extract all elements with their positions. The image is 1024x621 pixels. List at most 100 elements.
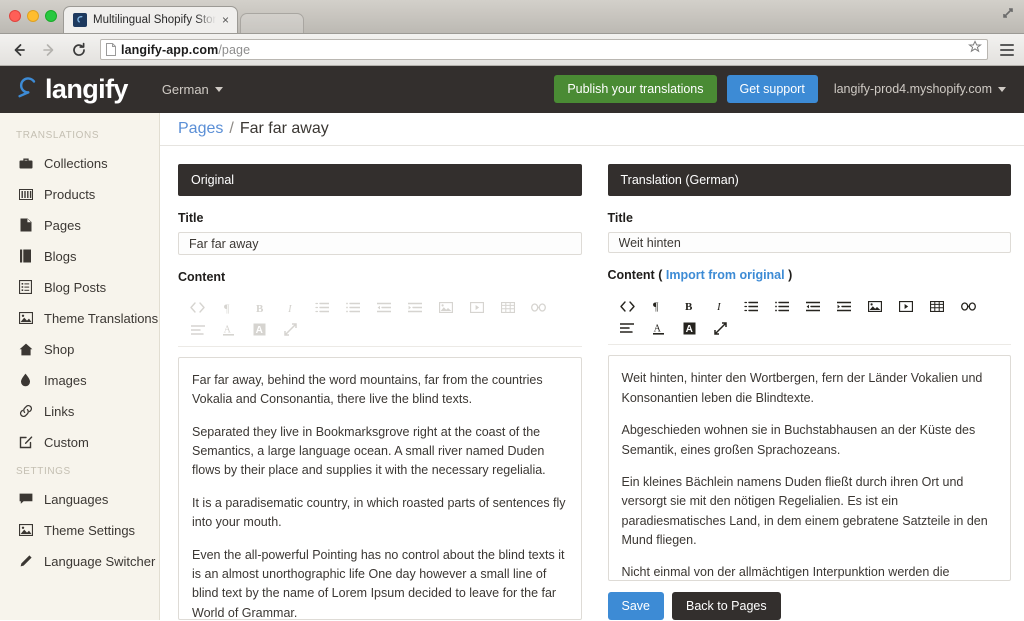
sidebar-item-collections[interactable]: Collections — [0, 148, 159, 179]
align-left-icon[interactable] — [612, 317, 643, 339]
translation-editor: ¶ B I A A Weit hinten, hinter den Wortbe… — [607, 289, 1011, 581]
sidebar-item-languages[interactable]: Languages — [0, 484, 159, 515]
home-icon — [18, 342, 33, 357]
ordered-list-icon[interactable] — [736, 295, 767, 317]
italic-icon[interactable]: I — [705, 295, 736, 317]
sidebar-section-settings-title: SETTINGS — [16, 465, 71, 477]
insert-link-icon[interactable] — [523, 297, 554, 319]
sidebar-item-language-switcher[interactable]: Language Switcher — [0, 546, 159, 577]
sidebar-item-label: Custom — [44, 434, 89, 450]
zoom-window-button[interactable] — [45, 10, 57, 22]
original-paragraph: It is a paradisematic country, in which … — [192, 495, 566, 530]
breadcrumb: Pages / Far far away — [160, 113, 1024, 147]
insert-image-icon[interactable] — [430, 297, 461, 319]
maximize-icon[interactable] — [1000, 5, 1016, 21]
background-color-icon[interactable]: A — [244, 319, 275, 341]
bold-icon[interactable]: B — [674, 295, 705, 317]
sidebar-item-shop[interactable]: Shop — [0, 334, 159, 365]
translation-panel-header: Translation (German) — [607, 164, 1011, 197]
language-selector-label: German — [161, 81, 209, 97]
shop-domain-menu[interactable]: langify-prod4.myshopify.com — [834, 82, 1006, 96]
paragraph-icon[interactable]: ¶ — [643, 295, 674, 317]
text-color-icon[interactable]: A — [643, 317, 674, 339]
page-icon — [18, 218, 33, 233]
svg-text:A: A — [653, 324, 661, 335]
sidebar-item-custom[interactable]: Custom — [0, 427, 159, 458]
original-content-area[interactable]: Far far away, behind the word mountains,… — [178, 356, 582, 620]
droplet-icon — [18, 373, 33, 388]
unordered-list-icon[interactable] — [337, 297, 368, 319]
briefcase-icon — [18, 156, 33, 171]
insert-video-icon[interactable] — [461, 297, 492, 319]
address-bar-url: langify-app.com/page — [121, 43, 963, 57]
browser-tab-title: Multilingual Shopify Stores — [93, 14, 216, 26]
main-content: Pages / Far far away Original Title Cont… — [160, 112, 1024, 620]
svg-text:B: B — [685, 301, 693, 312]
original-column: Original Title Content ¶ B I — [178, 164, 582, 620]
indent-icon[interactable] — [829, 295, 860, 317]
sidebar-item-products[interactable]: Products — [0, 179, 159, 210]
bold-icon[interactable]: B — [244, 297, 275, 319]
sidebar-item-blog-posts[interactable]: Blog Posts — [0, 272, 159, 303]
content-label-text: Content — [607, 268, 655, 283]
browser-tabstrip: Multilingual Shopify Stores × — [0, 0, 1024, 34]
browser-tab[interactable]: Multilingual Shopify Stores × — [63, 6, 238, 33]
save-button[interactable]: Save — [607, 592, 664, 620]
fullscreen-icon[interactable] — [705, 317, 736, 339]
insert-table-icon[interactable] — [492, 297, 523, 319]
svg-text:A: A — [685, 324, 692, 335]
star-icon[interactable] — [968, 40, 982, 59]
outdent-icon[interactable] — [368, 297, 399, 319]
paragraph-icon[interactable]: ¶ — [213, 297, 244, 319]
address-bar[interactable]: langify-app.com/page — [100, 39, 988, 60]
translation-paragraph: Weit hinten, hinter den Wortbergen, fern… — [621, 371, 983, 405]
forward-arrow-icon[interactable] — [38, 39, 60, 61]
unordered-list-icon[interactable] — [767, 295, 798, 317]
insert-table-icon[interactable] — [922, 295, 953, 317]
sidebar-item-label: Images — [44, 372, 87, 388]
indent-icon[interactable] — [399, 297, 430, 319]
align-left-icon[interactable] — [182, 319, 213, 341]
translation-title-label: Title — [607, 211, 633, 226]
translation-content-area[interactable]: Weit hinten, hinter den Wortbergen, fern… — [607, 355, 1011, 581]
new-tab-area[interactable] — [240, 13, 304, 33]
insert-video-icon[interactable] — [891, 295, 922, 317]
minimize-window-button[interactable] — [27, 10, 39, 22]
image-icon — [18, 311, 33, 326]
back-to-pages-button[interactable]: Back to Pages — [672, 592, 781, 620]
source-code-icon[interactable] — [612, 295, 643, 317]
sidebar-item-theme-translations[interactable]: Theme Translations — [0, 303, 159, 334]
original-paragraph: Even the all-powerful Pointing has no co… — [192, 547, 565, 620]
sidebar-item-images[interactable]: Images — [0, 365, 159, 396]
sidebar-item-theme-settings[interactable]: Theme Settings — [0, 515, 159, 546]
svg-text:A: A — [224, 325, 232, 336]
close-window-button[interactable] — [9, 10, 21, 22]
insert-link-icon[interactable] — [953, 295, 984, 317]
langify-logo[interactable]: langify — [14, 74, 128, 105]
sidebar-item-label: Blog Posts — [44, 279, 107, 295]
translation-title-input[interactable] — [607, 232, 1011, 254]
ordered-list-icon[interactable] — [306, 297, 337, 319]
reload-icon[interactable] — [68, 39, 90, 61]
publish-translations-button[interactable]: Publish your translations — [554, 75, 717, 104]
source-code-icon[interactable] — [182, 297, 213, 319]
text-color-icon[interactable]: A — [213, 319, 244, 341]
insert-image-icon[interactable] — [860, 295, 891, 317]
tab-close-icon[interactable]: × — [222, 14, 229, 26]
sidebar-item-links[interactable]: Links — [0, 396, 159, 427]
sidebar-item-pages[interactable]: Pages — [0, 210, 159, 241]
sidebar-item-blogs[interactable]: Blogs — [0, 241, 159, 272]
hamburger-menu-icon[interactable] — [998, 43, 1016, 56]
pencil-icon — [18, 554, 33, 569]
outdent-icon[interactable] — [798, 295, 829, 317]
get-support-button[interactable]: Get support — [726, 75, 818, 104]
background-color-icon[interactable]: A — [674, 317, 705, 339]
italic-icon[interactable]: I — [275, 297, 306, 319]
language-selector[interactable]: German — [162, 82, 223, 97]
back-arrow-icon[interactable] — [8, 39, 30, 61]
original-paragraph: Separated they live in Bookmarksgrove ri… — [192, 424, 546, 478]
breadcrumb-pages-link[interactable]: Pages — [178, 120, 223, 138]
original-title-input[interactable] — [178, 232, 582, 255]
fullscreen-icon[interactable] — [275, 319, 306, 341]
import-from-original-link[interactable]: Import from original — [666, 268, 785, 282]
